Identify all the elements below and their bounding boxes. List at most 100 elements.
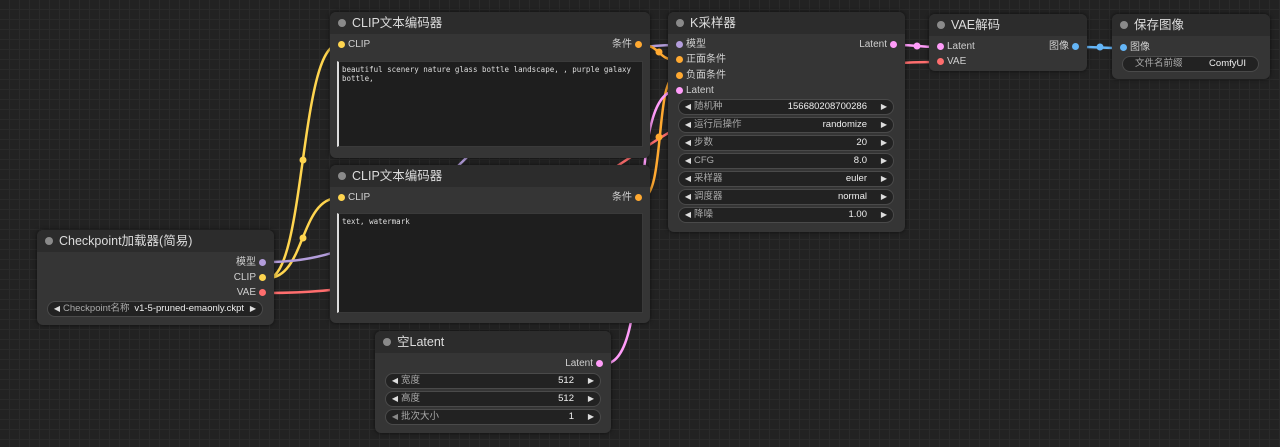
input-vae[interactable]: VAE xyxy=(937,55,966,69)
output-conditioning[interactable]: 条件 xyxy=(612,191,642,205)
steps-widget[interactable]: ◀ 步数 20 ▶ xyxy=(678,135,894,151)
input-label: CLIP xyxy=(348,192,371,203)
output-image[interactable]: 图像 xyxy=(1049,40,1079,54)
input-latent[interactable]: Latent xyxy=(937,40,975,54)
input-image[interactable]: 图像 xyxy=(1120,41,1150,55)
checkpoint-loader-node[interactable]: Checkpoint加载器(简易) 模型 CLIP VAE ◀ Checkpoi… xyxy=(37,230,274,325)
input-model[interactable]: 模型 xyxy=(676,38,706,52)
collapse-dot-icon[interactable] xyxy=(383,338,391,346)
output-conditioning[interactable]: 条件 xyxy=(612,38,642,52)
output-vae[interactable]: VAE xyxy=(237,286,266,300)
prompt-textarea[interactable]: text, watermark xyxy=(337,213,643,313)
arrow-left-icon[interactable]: ◀ xyxy=(390,374,400,388)
save-image-node[interactable]: 保存图像 图像 文件名前缀 ComfyUI xyxy=(1112,14,1270,79)
latent-slot-icon[interactable] xyxy=(676,87,683,94)
model-slot-icon[interactable] xyxy=(259,259,266,266)
arrow-right-icon[interactable]: ▶ xyxy=(879,190,889,204)
clip-slot-icon[interactable] xyxy=(338,194,345,201)
input-label: 模型 xyxy=(686,39,706,50)
image-slot-icon[interactable] xyxy=(1120,44,1127,51)
input-negative[interactable]: 负面条件 xyxy=(676,69,726,83)
collapse-dot-icon[interactable] xyxy=(1120,21,1128,29)
latent-slot-icon[interactable] xyxy=(596,360,603,367)
conditioning-slot-icon[interactable] xyxy=(635,194,642,201)
denoise-widget[interactable]: ◀ 降噪 1.00 ▶ xyxy=(678,207,894,223)
output-label: Latent xyxy=(859,39,887,50)
arrow-left-icon[interactable]: ◀ xyxy=(683,136,693,150)
input-label: 正面条件 xyxy=(686,54,726,65)
prompt-textarea[interactable]: beautiful scenery nature glass bottle la… xyxy=(337,61,643,147)
arrow-left-icon[interactable]: ◀ xyxy=(683,208,693,222)
output-latent[interactable]: Latent xyxy=(859,38,897,52)
arrow-left-icon[interactable]: ◀ xyxy=(683,100,693,114)
model-slot-icon[interactable] xyxy=(676,41,683,48)
arrow-left-icon[interactable]: ◀ xyxy=(390,392,400,406)
output-clip[interactable]: CLIP xyxy=(234,271,266,285)
arrow-left-icon[interactable]: ◀ xyxy=(390,410,400,424)
arrow-right-icon[interactable]: ▶ xyxy=(879,118,889,132)
widget-label: 文件名前缀 xyxy=(1135,58,1183,69)
width-number-widget[interactable]: ◀ 宽度 512 ▶ xyxy=(385,373,601,389)
latent-slot-icon[interactable] xyxy=(890,41,897,48)
node-title-text: Checkpoint加载器(简易) xyxy=(59,234,193,248)
arrow-right-icon[interactable]: ▶ xyxy=(879,100,889,114)
input-positive[interactable]: 正面条件 xyxy=(676,53,726,67)
arrow-left-icon[interactable]: ◀ xyxy=(683,154,693,168)
output-latent[interactable]: Latent xyxy=(565,357,603,371)
arrow-left-icon[interactable]: ◀ xyxy=(52,302,62,316)
arrow-right-icon[interactable]: ▶ xyxy=(586,410,596,424)
node-title[interactable]: VAE解码 xyxy=(929,14,1087,36)
node-title-text: 保存图像 xyxy=(1134,18,1185,32)
input-clip[interactable]: CLIP xyxy=(338,191,370,205)
clip-text-encode-positive-node[interactable]: CLIP文本编码器 CLIP 条件 beautiful scenery natu… xyxy=(330,12,650,158)
input-latent[interactable]: Latent xyxy=(676,84,714,98)
input-clip[interactable]: CLIP xyxy=(338,38,370,52)
checkpoint-name-combo[interactable]: ◀ Checkpoint名称 v1-5-pruned-emaonly.ckpt … xyxy=(47,301,263,317)
image-slot-icon[interactable] xyxy=(1072,43,1079,50)
collapse-dot-icon[interactable] xyxy=(338,19,346,27)
arrow-left-icon[interactable]: ◀ xyxy=(683,172,693,186)
arrow-left-icon[interactable]: ◀ xyxy=(683,190,693,204)
arrow-right-icon[interactable]: ▶ xyxy=(879,172,889,186)
latent-slot-icon[interactable] xyxy=(937,43,944,50)
collapse-dot-icon[interactable] xyxy=(45,237,53,245)
conditioning-slot-icon[interactable] xyxy=(635,41,642,48)
conditioning-slot-icon[interactable] xyxy=(676,56,683,63)
clip-slot-icon[interactable] xyxy=(338,41,345,48)
sampler-name-widget[interactable]: ◀ 采样器 euler ▶ xyxy=(678,171,894,187)
widget-label: 运行后操作 xyxy=(694,119,742,130)
control-after-generate-widget[interactable]: ◀ 运行后操作 randomize ▶ xyxy=(678,117,894,133)
node-title[interactable]: K采样器 xyxy=(668,12,905,34)
arrow-right-icon[interactable]: ▶ xyxy=(586,374,596,388)
vae-slot-icon[interactable] xyxy=(937,58,944,65)
node-title[interactable]: 空Latent xyxy=(375,331,611,353)
seed-widget[interactable]: ◀ 随机种 156680208700286 ▶ xyxy=(678,99,894,115)
cfg-widget[interactable]: ◀ CFG 8.0 ▶ xyxy=(678,153,894,169)
arrow-right-icon[interactable]: ▶ xyxy=(879,208,889,222)
collapse-dot-icon[interactable] xyxy=(676,19,684,27)
empty-latent-node[interactable]: 空Latent Latent ◀ 宽度 512 ▶ ◀ 高度 512 ▶ ◀ 批… xyxy=(375,331,611,433)
filename-prefix-widget[interactable]: 文件名前缀 ComfyUI xyxy=(1122,56,1259,72)
arrow-right-icon[interactable]: ▶ xyxy=(586,392,596,406)
arrow-right-icon[interactable]: ▶ xyxy=(879,136,889,150)
clip-text-encode-negative-node[interactable]: CLIP文本编码器 CLIP 条件 text, watermark xyxy=(330,165,650,323)
output-model[interactable]: 模型 xyxy=(236,256,266,270)
ksampler-node[interactable]: K采样器 模型 Latent 正面条件 负面条件 Latent ◀ 随机种 15… xyxy=(668,12,905,232)
scheduler-widget[interactable]: ◀ 调度器 normal ▶ xyxy=(678,189,894,205)
node-title-text: VAE解码 xyxy=(951,18,1001,32)
node-title[interactable]: CLIP文本编码器 xyxy=(330,165,650,187)
collapse-dot-icon[interactable] xyxy=(937,21,945,29)
node-title[interactable]: 保存图像 xyxy=(1112,14,1270,36)
vae-slot-icon[interactable] xyxy=(259,289,266,296)
arrow-right-icon[interactable]: ▶ xyxy=(879,154,889,168)
arrow-right-icon[interactable]: ▶ xyxy=(248,302,258,316)
vae-decode-node[interactable]: VAE解码 Latent 图像 VAE xyxy=(929,14,1087,71)
node-title[interactable]: Checkpoint加载器(简易) xyxy=(37,230,274,252)
conditioning-slot-icon[interactable] xyxy=(676,72,683,79)
batch-size-number-widget[interactable]: ◀ 批次大小 1 ▶ xyxy=(385,409,601,425)
arrow-left-icon[interactable]: ◀ xyxy=(683,118,693,132)
clip-slot-icon[interactable] xyxy=(259,274,266,281)
node-title[interactable]: CLIP文本编码器 xyxy=(330,12,650,34)
collapse-dot-icon[interactable] xyxy=(338,172,346,180)
height-number-widget[interactable]: ◀ 高度 512 ▶ xyxy=(385,391,601,407)
